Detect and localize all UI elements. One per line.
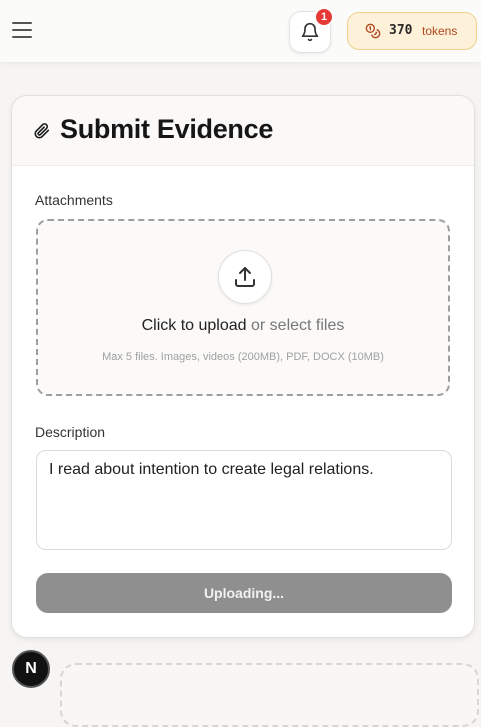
notification-badge: 1 [314,7,334,27]
tokens-button[interactable]: 370 tokens [347,12,477,50]
menu-button[interactable] [12,22,32,40]
coins-icon [365,23,381,39]
click-to-upload-link[interactable]: Click to upload [142,317,247,334]
hamburger-icon [12,22,32,24]
tokens-label: tokens [422,24,458,38]
submit-button[interactable]: Uploading... [36,573,452,613]
upload-instructions: Click to upload or select files [38,317,448,335]
attachments-label: Attachments [35,192,113,208]
card-header: Submit Evidence [12,96,474,166]
description-textarea[interactable]: I read about intention to create legal r… [36,450,452,550]
description-label: Description [35,424,106,440]
upload-icon-button[interactable] [218,250,272,304]
avatar[interactable]: N [12,650,50,688]
paperclip-icon [34,123,50,139]
upload-limits-hint: Max 5 files. Images, videos (200MB), PDF… [102,351,384,363]
tokens-count: 370 [389,23,413,38]
page-title: Submit Evidence [60,114,274,144]
secondary-card [60,663,479,727]
top-bar: 1 370 tokens [0,0,481,63]
submit-evidence-card: Submit Evidence Attachments Click to upl… [11,95,475,638]
select-files-text: or select files [246,317,345,334]
upload-icon [235,267,255,287]
file-dropzone[interactable]: Click to upload or select files Max 5 fi… [36,219,450,396]
